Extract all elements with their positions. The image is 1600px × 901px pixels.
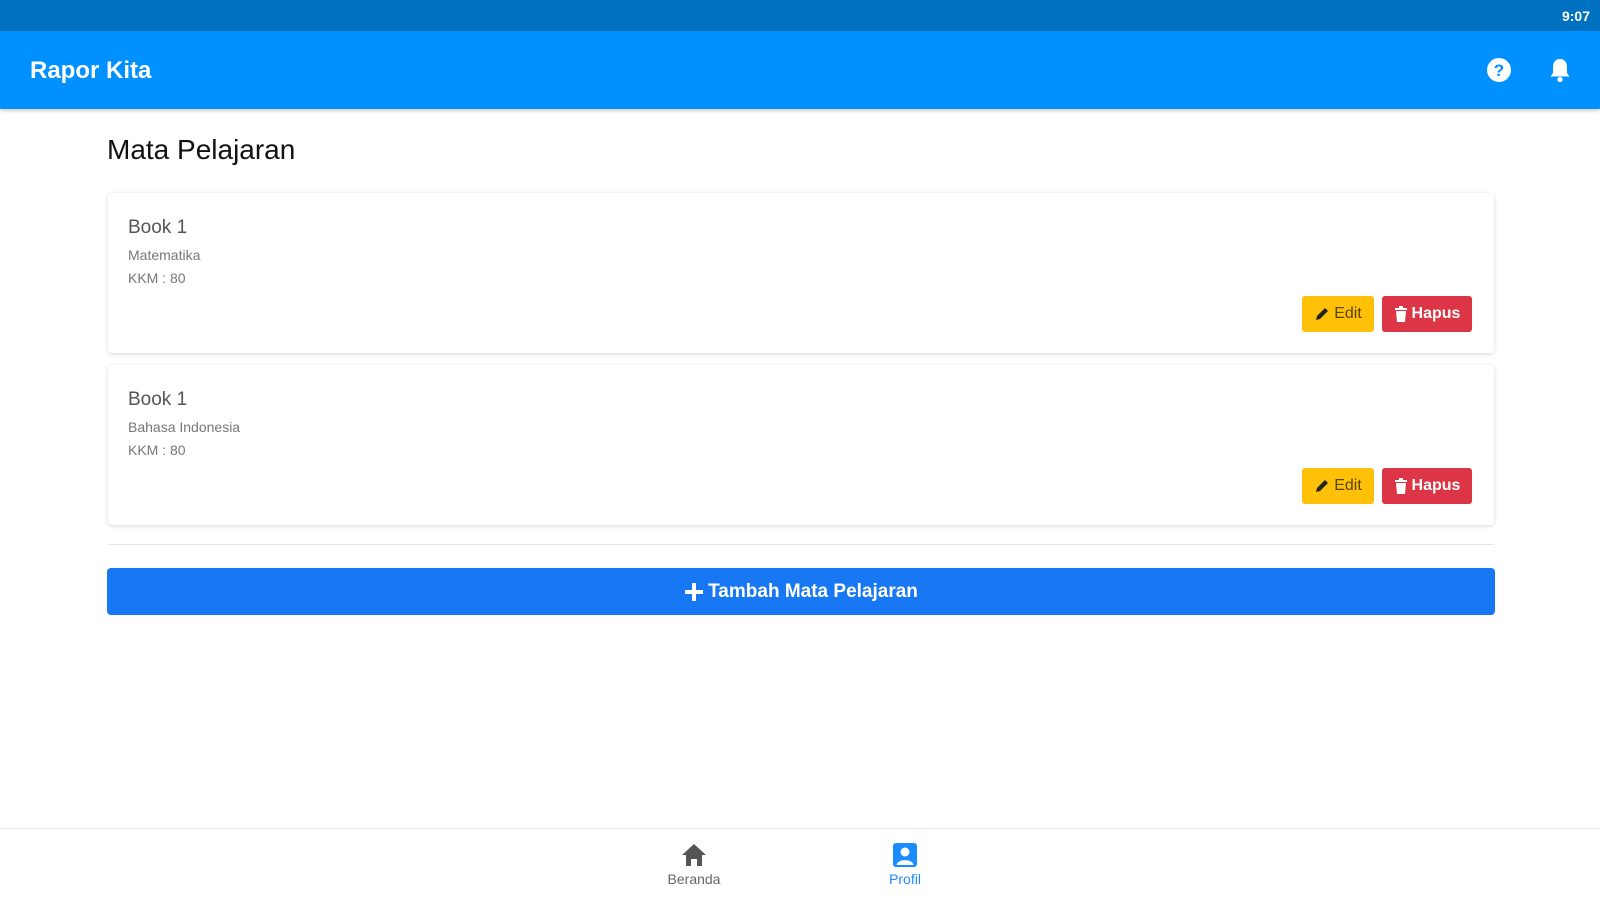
subject-kkm: KKM : 80 [128,442,186,458]
edit-label: Edit [1334,305,1362,322]
question-circle-icon: ? [1487,58,1511,82]
bell-icon [1550,59,1570,83]
home-icon [682,844,706,866]
page-title: Mata Pelajaran [107,134,296,165]
status-bar: 9:07 [0,0,1600,31]
delete-button[interactable]: Hapus [1382,468,1472,504]
nav-item-beranda[interactable]: Beranda [639,843,749,887]
svg-text:?: ? [1494,61,1504,80]
delete-label: Hapus [1411,477,1461,494]
subject-book-title: Book 1 [128,389,188,410]
profile-icon [893,843,917,867]
subject-card: Book 1 Matematika KKM : 80 Edit Hapus [108,193,1494,353]
subject-card: Book 1 Bahasa Indonesia KKM : 80 Edit Ha… [108,365,1494,525]
notifications-button[interactable] [1545,55,1575,85]
add-subject-button[interactable]: Tambah Mata Pelajaran [107,568,1495,615]
bottom-nav: Beranda Profil [0,828,1600,901]
pencil-icon [1316,480,1329,492]
subject-kkm: KKM : 80 [128,270,186,286]
subject-book-title: Book 1 [128,217,188,238]
status-time: 9:07 [1561,8,1590,24]
add-subject-label: Tambah Mata Pelajaran [708,580,918,602]
edit-label: Edit [1334,477,1362,494]
divider [108,544,1494,545]
plus-icon [685,582,704,601]
nav-item-profil[interactable]: Profil [850,843,960,887]
pencil-icon [1316,308,1329,320]
app-title: Rapor Kita [30,57,152,84]
subject-name: Matematika [128,247,201,263]
trash-icon [1394,305,1407,322]
nav-label-profil: Profil [889,871,921,887]
trash-icon [1394,477,1407,494]
edit-button[interactable]: Edit [1302,296,1374,332]
help-button[interactable]: ? [1484,55,1514,85]
subject-name: Bahasa Indonesia [128,419,241,435]
edit-button[interactable]: Edit [1302,468,1374,504]
app-bar: Rapor Kita ? [0,31,1600,109]
delete-label: Hapus [1411,305,1461,322]
delete-button[interactable]: Hapus [1382,296,1472,332]
nav-label-beranda: Beranda [667,871,721,887]
